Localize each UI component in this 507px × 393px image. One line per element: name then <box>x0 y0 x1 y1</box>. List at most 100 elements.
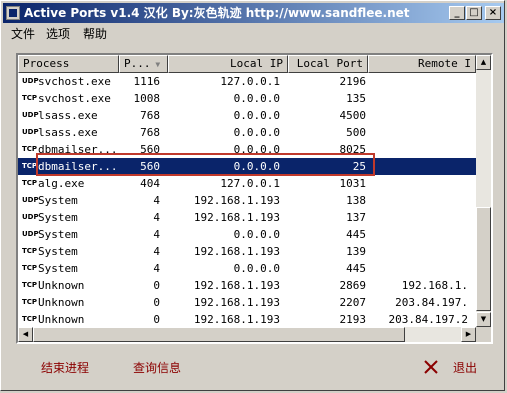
table-row[interactable]: UDP System 4 0.0.0.0 445 <box>18 226 476 243</box>
table-row[interactable]: TCP System 4 0.0.0.0 445 <box>18 260 476 277</box>
protocol-label: TCP <box>22 94 38 102</box>
exit-button[interactable]: 退出 <box>453 359 477 376</box>
local-port-value: 2196 <box>339 75 367 88</box>
vertical-scroll-thumb[interactable] <box>476 207 491 311</box>
local-ip-value: 192.168.1.193 <box>193 279 280 292</box>
table-row[interactable]: TCP svchost.exe 1008 0.0.0.0 135 <box>18 90 476 107</box>
close-button[interactable]: × <box>485 6 501 20</box>
column-local-ip[interactable]: Local IP <box>168 55 288 73</box>
pid-value: 4 <box>153 228 160 241</box>
local-ip-value: 127.0.0.1 <box>220 75 280 88</box>
vertical-scrollbar[interactable]: ▲ ▼ <box>476 55 491 327</box>
protocol-label: UDP <box>22 230 39 238</box>
highlight-box <box>36 153 375 176</box>
column-process[interactable]: Process <box>18 55 119 73</box>
pid-value: 1116 <box>133 75 161 88</box>
protocol-label: UDP <box>22 77 39 85</box>
local-ip-value: 192.168.1.193 <box>193 296 280 309</box>
protocol-label: TCP <box>22 162 38 170</box>
process-name: svchost.exe <box>38 75 111 88</box>
horizontal-scrollbar[interactable]: ◀ ▶ <box>18 327 476 342</box>
title-bar[interactable]: Active Ports v1.4 汉化 By:灰色轨迹 http://www.… <box>3 3 504 23</box>
main-window: Active Ports v1.4 汉化 By:灰色轨迹 http://www.… <box>0 0 505 391</box>
column-remote-ip[interactable]: Remote I <box>368 55 476 73</box>
protocol-label: UDP <box>22 128 39 136</box>
pid-value: 404 <box>140 177 160 190</box>
local-ip-value: 127.0.0.1 <box>220 177 280 190</box>
menu-bar: 文件 选项 帮助 <box>3 23 504 42</box>
process-name: Unknown <box>38 279 85 292</box>
pid-value: 1008 <box>133 92 161 105</box>
process-name: System <box>38 262 78 275</box>
local-port-value: 137 <box>346 211 366 224</box>
process-name: System <box>38 194 78 207</box>
local-port-value: 2207 <box>339 296 367 309</box>
table-row[interactable]: UDP System 4 192.168.1.193 138 <box>18 192 476 209</box>
menu-help[interactable]: 帮助 <box>83 25 107 42</box>
local-ip-value: 0.0.0.0 <box>233 228 280 241</box>
pid-value: 0 <box>153 313 160 326</box>
local-port-value: 2869 <box>339 279 367 292</box>
menu-options[interactable]: 选项 <box>46 25 70 42</box>
protocol-label: UDP <box>22 213 39 221</box>
protocol-label: TCP <box>22 315 38 323</box>
protocol-label: UDP <box>22 111 39 119</box>
table-row[interactable]: TCP Unknown 0 192.168.1.193 2869 192.168.1. <box>18 277 476 294</box>
table-row[interactable]: TCP Unknown 0 192.168.1.193 2193 203.84.197.2 <box>18 311 476 328</box>
local-ip-value: 192.168.1.193 <box>193 245 280 258</box>
table-row[interactable]: UDP lsass.exe 768 0.0.0.0 4500 <box>18 107 476 124</box>
minimize-button[interactable]: _ <box>449 6 465 20</box>
maximize-button[interactable]: □ <box>466 6 482 20</box>
query-info-button[interactable]: 查询信息 <box>133 359 181 376</box>
local-port-value: 2193 <box>339 313 367 326</box>
pid-value: 4 <box>153 262 160 275</box>
table-row[interactable]: TCP System 4 192.168.1.193 139 <box>18 243 476 260</box>
table-row[interactable]: TCP Unknown 0 192.168.1.193 2207 203.84.197. <box>18 294 476 311</box>
local-ip-value: 192.168.1.193 <box>193 194 280 207</box>
exit-icon[interactable] <box>423 359 439 375</box>
sort-arrow-icon: ▼ <box>150 60 161 69</box>
menu-file[interactable]: 文件 <box>11 25 35 42</box>
pid-value: 4 <box>153 194 160 207</box>
protocol-label: UDP <box>22 196 39 204</box>
protocol-label: TCP <box>22 264 38 272</box>
ports-list[interactable]: Process P... ▼ Local IP Local Port Remot… <box>16 53 493 344</box>
local-ip-value: 192.168.1.193 <box>193 211 280 224</box>
local-port-value: 445 <box>346 228 366 241</box>
scroll-left-button[interactable]: ◀ <box>18 327 33 342</box>
app-icon <box>6 6 20 20</box>
scrollbar-corner <box>476 327 491 342</box>
scroll-up-button[interactable]: ▲ <box>476 55 491 70</box>
pid-value: 768 <box>140 109 160 122</box>
protocol-label: TCP <box>22 281 38 289</box>
window-title: Active Ports v1.4 汉化 By:灰色轨迹 http://www.… <box>24 6 410 20</box>
pid-value: 0 <box>153 296 160 309</box>
protocol-label: TCP <box>22 298 38 306</box>
remote-ip-value: 192.168.1. <box>401 279 468 292</box>
local-port-value: 445 <box>346 262 366 275</box>
protocol-label: TCP <box>22 247 38 255</box>
process-name: System <box>38 211 78 224</box>
process-name: lsass.exe <box>38 126 98 139</box>
pid-value: 4 <box>153 211 160 224</box>
protocol-label: TCP <box>22 145 38 153</box>
process-name: System <box>38 245 78 258</box>
column-pid[interactable]: P... ▼ <box>119 55 168 73</box>
remote-ip-value: 203.84.197.2 <box>388 313 468 326</box>
process-name: Unknown <box>38 296 85 309</box>
table-row[interactable]: UDP svchost.exe 1116 127.0.0.1 2196 <box>18 73 476 90</box>
remote-ip-value: 203.84.197. <box>395 296 468 309</box>
process-name: Unknown <box>38 313 85 326</box>
local-port-value: 135 <box>346 92 366 105</box>
column-local-port[interactable]: Local Port <box>288 55 368 73</box>
table-row[interactable]: UDP System 4 192.168.1.193 137 <box>18 209 476 226</box>
table-row[interactable]: TCP alg.exe 404 127.0.0.1 1031 <box>18 175 476 192</box>
table-row[interactable]: UDP lsass.exe 768 0.0.0.0 500 <box>18 124 476 141</box>
scroll-down-button[interactable]: ▼ <box>476 312 491 327</box>
horizontal-scroll-thumb[interactable] <box>33 327 405 342</box>
local-ip-value: 0.0.0.0 <box>233 262 280 275</box>
pid-value: 0 <box>153 279 160 292</box>
local-ip-value: 192.168.1.193 <box>193 313 280 326</box>
end-process-button[interactable]: 结束进程 <box>41 359 89 376</box>
scroll-right-button[interactable]: ▶ <box>461 327 476 342</box>
